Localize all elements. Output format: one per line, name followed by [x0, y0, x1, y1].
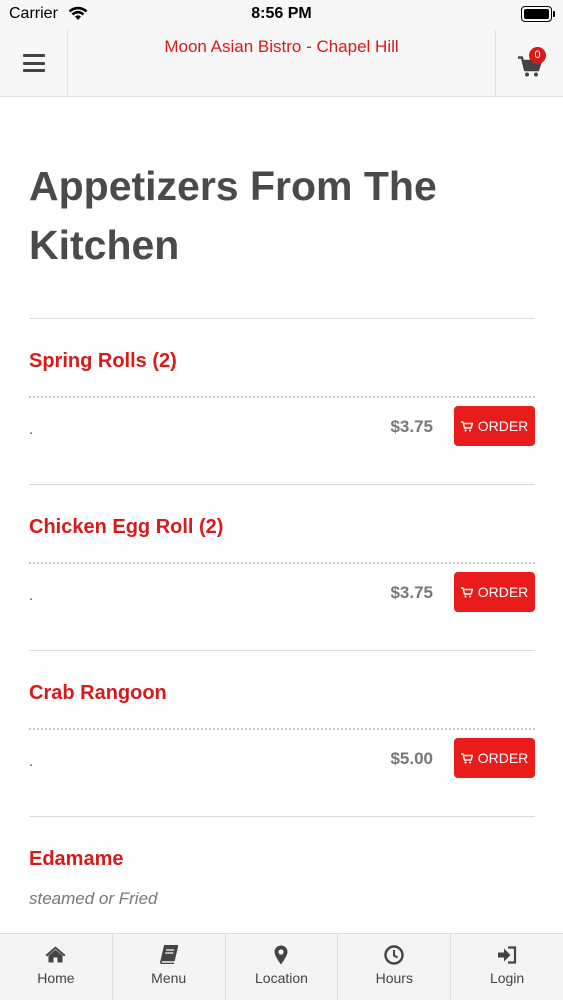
clock-icon — [383, 944, 405, 965]
item-description: steamed or Fried — [29, 889, 158, 908]
item-price: $3.75 — [390, 583, 433, 602]
item-name[interactable]: Edamame — [29, 848, 124, 871]
tab-location[interactable]: Location — [226, 934, 339, 1000]
item-name[interactable]: Crab Rangoon — [29, 682, 167, 705]
dotted-divider — [29, 562, 535, 564]
item-description: . — [29, 753, 34, 770]
cart-icon — [460, 586, 473, 597]
bottom-tab-bar: Home Menu Location Hours Login — [0, 933, 563, 1000]
menu-item: Crab Rangoon . $5.00 ORDER — [29, 651, 535, 817]
order-button[interactable]: ORDER — [454, 572, 535, 612]
tab-label: Home — [37, 970, 75, 986]
menu-button[interactable] — [0, 30, 68, 96]
order-label: ORDER — [477, 418, 529, 434]
app-header: Moon Asian Bistro - Chapel Hill 0 — [0, 30, 563, 97]
tab-label: Location — [255, 970, 308, 986]
cart-count-badge: 0 — [529, 47, 546, 64]
battery-icon — [521, 6, 555, 22]
restaurant-title: Moon Asian Bistro - Chapel Hill — [164, 37, 399, 56]
tab-login[interactable]: Login — [451, 934, 563, 1000]
order-button[interactable]: ORDER — [454, 406, 535, 446]
tab-home[interactable]: Home — [0, 934, 113, 1000]
item-description: . — [29, 421, 34, 438]
menu-item: Chicken Egg Roll (2) . $3.75 ORDER — [29, 485, 535, 651]
cart-button[interactable]: 0 — [495, 30, 563, 96]
tab-hours[interactable]: Hours — [338, 934, 452, 1000]
login-icon — [496, 944, 518, 965]
item-price: $3.75 — [390, 417, 433, 436]
item-price: $5.00 — [390, 749, 433, 768]
cart-icon — [460, 420, 473, 431]
dotted-divider — [29, 396, 535, 398]
map-pin-icon — [270, 944, 292, 965]
tab-label: Login — [489, 970, 525, 986]
menu-content: Appetizers From The Kitchen Spring Rolls… — [0, 97, 563, 933]
tab-label: Hours — [375, 970, 413, 986]
home-icon — [45, 944, 67, 965]
item-description: . — [29, 587, 34, 604]
order-button[interactable]: ORDER — [454, 738, 535, 778]
tab-menu[interactable]: Menu — [113, 934, 226, 1000]
item-name[interactable]: Spring Rolls (2) — [29, 350, 177, 373]
item-name[interactable]: Chicken Egg Roll (2) — [29, 516, 223, 539]
cart-icon — [460, 752, 473, 763]
section-title: Appetizers From The Kitchen — [29, 163, 437, 268]
order-label: ORDER — [477, 750, 529, 766]
book-icon — [158, 944, 180, 965]
dotted-divider — [29, 728, 535, 730]
order-label: ORDER — [477, 584, 529, 600]
tab-label: Menu — [151, 970, 187, 986]
menu-item: Edamame steamed or Fried — [29, 817, 535, 933]
menu-item: Spring Rolls (2) . $3.75 ORDER — [29, 319, 535, 485]
clock-time: 8:56 PM — [251, 5, 312, 22]
hamburger-icon — [22, 54, 45, 72]
status-bar: Carrier 8:56 PM — [0, 0, 563, 30]
